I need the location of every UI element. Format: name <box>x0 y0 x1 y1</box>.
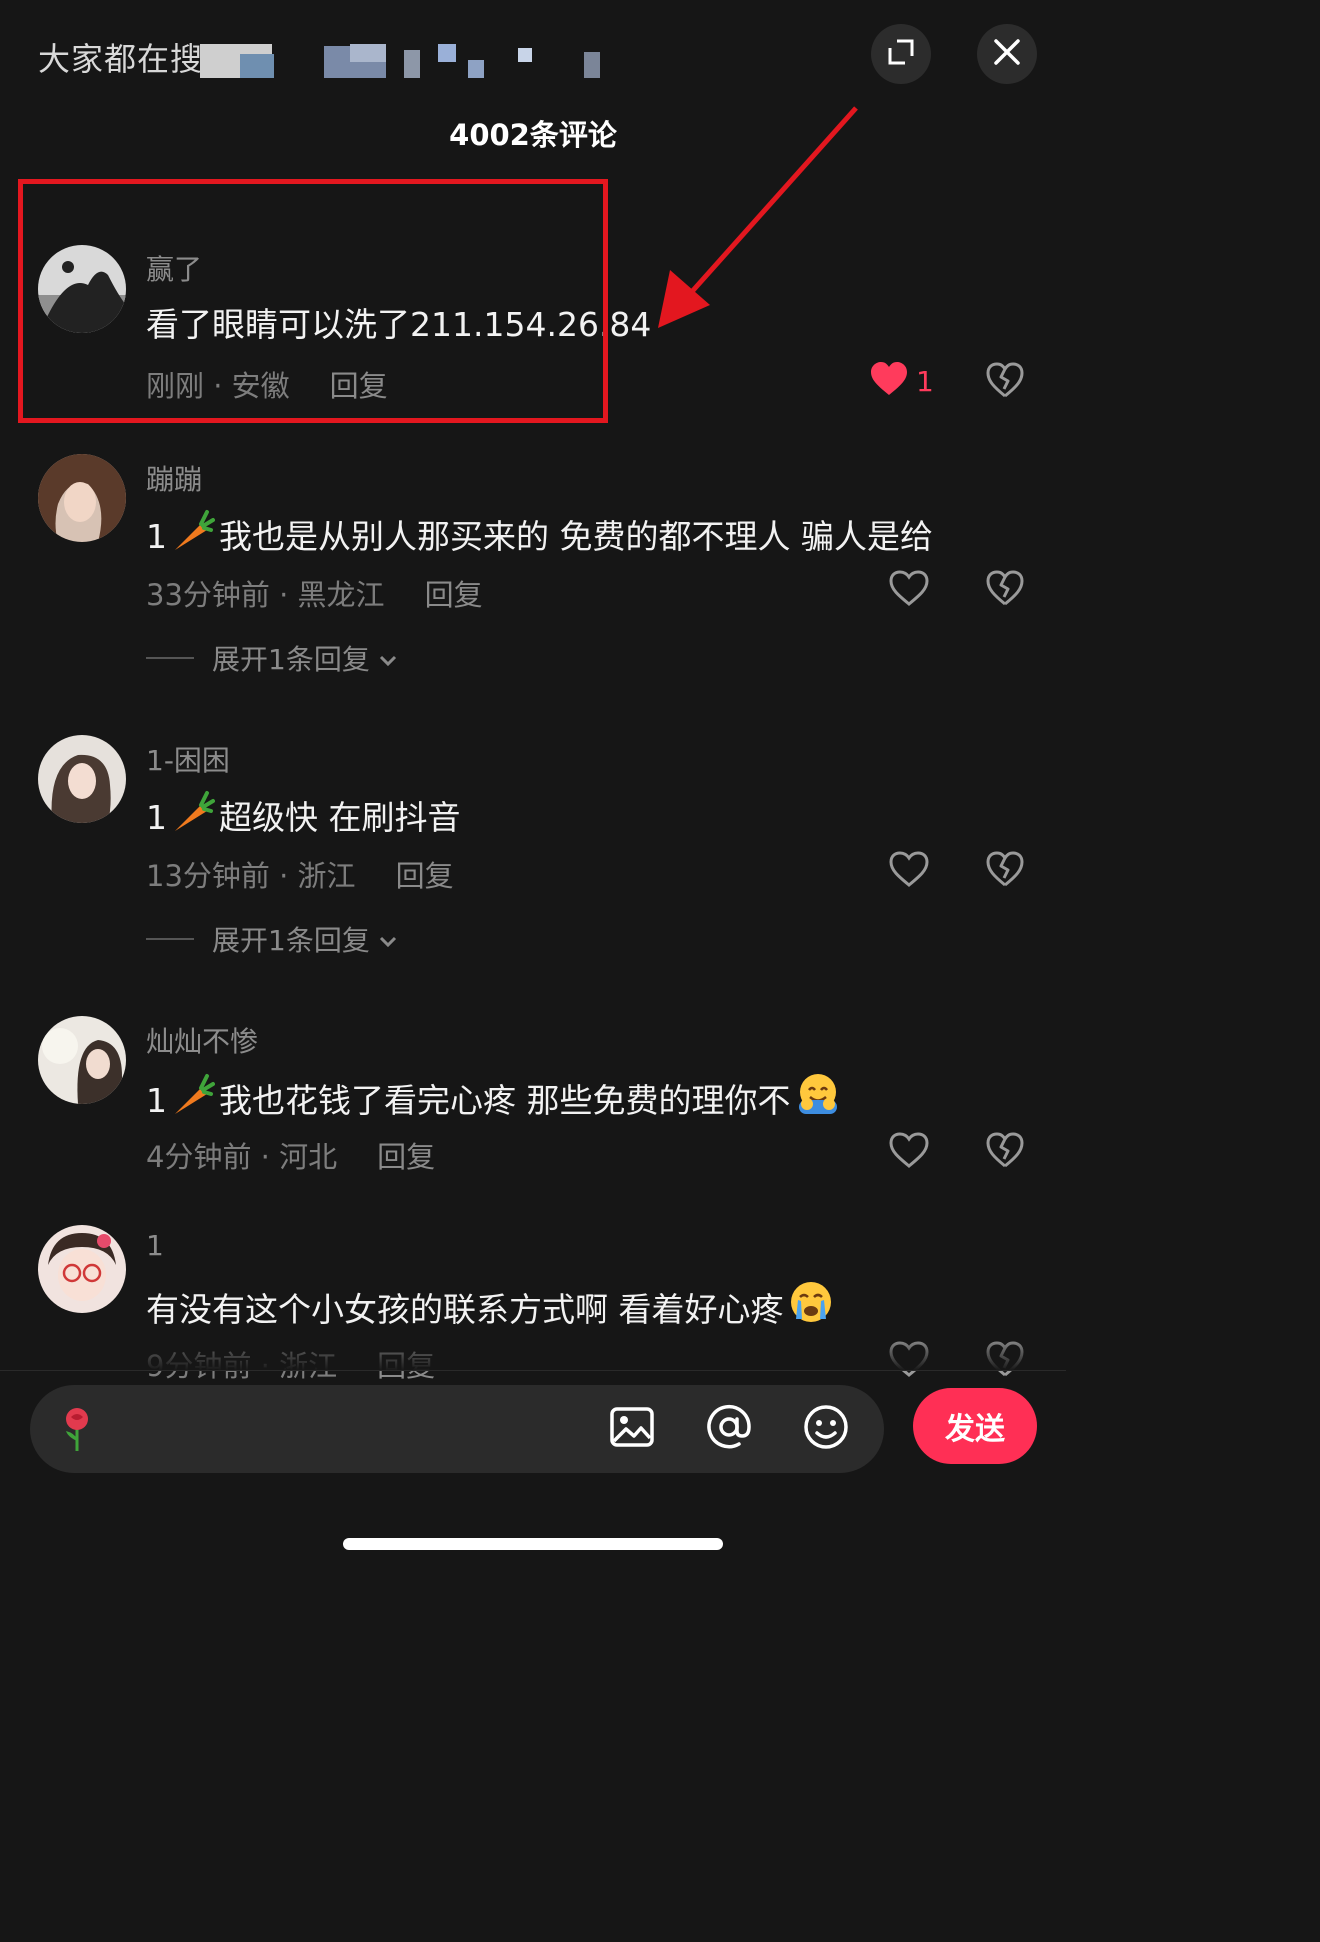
like-button[interactable] <box>889 1132 929 1172</box>
broken-heart-icon <box>986 362 1024 402</box>
avatar[interactable] <box>38 1016 126 1104</box>
comment-prefix: 1 <box>146 798 167 837</box>
carrot-emoji-icon <box>171 1072 215 1124</box>
reply-button[interactable]: 回复 <box>377 1140 435 1174</box>
home-indicator <box>343 1538 723 1550</box>
chevron-down-icon <box>378 642 398 675</box>
search-hint[interactable]: 大家都在搜 <box>38 34 203 80</box>
rose-icon[interactable] <box>60 1405 94 1457</box>
like-count: 1 <box>916 364 934 398</box>
username[interactable]: 1 <box>146 1229 164 1262</box>
comment-prefix: 1 <box>146 1081 167 1120</box>
mention-icon[interactable] <box>705 1403 753 1455</box>
avatar[interactable] <box>38 1225 126 1313</box>
hug-face-emoji-icon <box>795 1070 841 1124</box>
time-location: 33分钟前 · 黑龙江 <box>146 578 385 612</box>
expand-icon <box>886 37 916 71</box>
like-button[interactable] <box>889 851 929 891</box>
avatar[interactable] <box>38 454 126 542</box>
comment-text: 1 超级快 在刷抖音 <box>146 789 461 841</box>
dislike-button[interactable] <box>986 1132 1024 1172</box>
dislike-button[interactable] <box>986 362 1024 402</box>
comment-count-title: 4002条评论 <box>449 118 617 152</box>
image-icon[interactable] <box>608 1403 656 1455</box>
comment-meta: 13分钟前 · 浙江 回复 <box>146 853 454 895</box>
expand-replies-button[interactable]: 展开1条回复 <box>146 919 398 959</box>
search-hint-text: 大家都在搜 <box>38 40 204 78</box>
list-fade <box>0 1335 1066 1371</box>
heart-outline-icon <box>889 570 929 610</box>
username[interactable]: 1-困困 <box>146 739 230 779</box>
close-icon <box>993 38 1021 70</box>
expand-label: 展开1条回复 <box>212 643 370 676</box>
time-location: 13分钟前 · 浙江 <box>146 859 356 893</box>
time-location: 4分钟前 · 河北 <box>146 1140 338 1174</box>
carrot-emoji-icon <box>171 789 215 841</box>
username[interactable]: 灿灿不惨 <box>146 1020 258 1060</box>
pixelated-redaction <box>200 44 610 78</box>
chevron-down-icon <box>378 923 398 956</box>
reply-button[interactable]: 回复 <box>396 859 454 893</box>
divider-line <box>146 657 194 659</box>
input-divider <box>0 1370 1066 1371</box>
close-button[interactable] <box>977 24 1037 84</box>
expand-label: 展开1条回复 <box>212 924 370 957</box>
carrot-emoji-icon <box>171 508 215 560</box>
avatar[interactable] <box>38 735 126 823</box>
divider-line <box>146 938 194 940</box>
like-button[interactable] <box>889 570 929 610</box>
comment-body: 我也花钱了看完心疼 那些免费的理你不 <box>219 1081 791 1120</box>
broken-heart-icon <box>986 851 1024 891</box>
dislike-button[interactable] <box>986 570 1024 610</box>
heart-filled-icon <box>870 362 908 400</box>
comment-meta: 4分钟前 · 河北 回复 <box>146 1134 435 1176</box>
comment-body: 我也是从别人那买来的 免费的都不理人 骗人是给 <box>219 517 933 556</box>
fullscreen-button[interactable] <box>871 24 931 84</box>
comment-text: 1 我也花钱了看完心疼 那些免费的理你不 <box>146 1070 845 1124</box>
username[interactable]: 蹦蹦 <box>146 458 202 498</box>
broken-heart-icon <box>986 570 1024 610</box>
send-button[interactable]: 发送 <box>913 1388 1037 1464</box>
reply-button[interactable]: 回复 <box>425 578 483 612</box>
comment-body: 有没有这个小女孩的联系方式啊 看着好心疼 <box>146 1290 784 1329</box>
comment-text: 1 我也是从别人那买来的 免费的都不理人 骗人是给 <box>146 508 933 560</box>
like-button[interactable]: 1 <box>870 362 934 400</box>
heart-outline-icon <box>889 1132 929 1172</box>
red-arrow-annotation <box>640 100 870 344</box>
comment-input[interactable] <box>30 1385 884 1473</box>
crying-face-emoji-icon <box>788 1279 834 1333</box>
comment-meta: 33分钟前 · 黑龙江 回复 <box>146 572 483 614</box>
comment-prefix: 1 <box>146 517 167 556</box>
comment-text: 有没有这个小女孩的联系方式啊 看着好心疼 <box>146 1279 838 1333</box>
heart-outline-icon <box>889 851 929 891</box>
emoji-icon[interactable] <box>802 1403 850 1455</box>
highlight-box <box>18 179 608 423</box>
dislike-button[interactable] <box>986 851 1024 891</box>
broken-heart-icon <box>986 1132 1024 1172</box>
expand-replies-button[interactable]: 展开1条回复 <box>146 638 398 678</box>
comment-body: 超级快 在刷抖音 <box>219 798 461 837</box>
